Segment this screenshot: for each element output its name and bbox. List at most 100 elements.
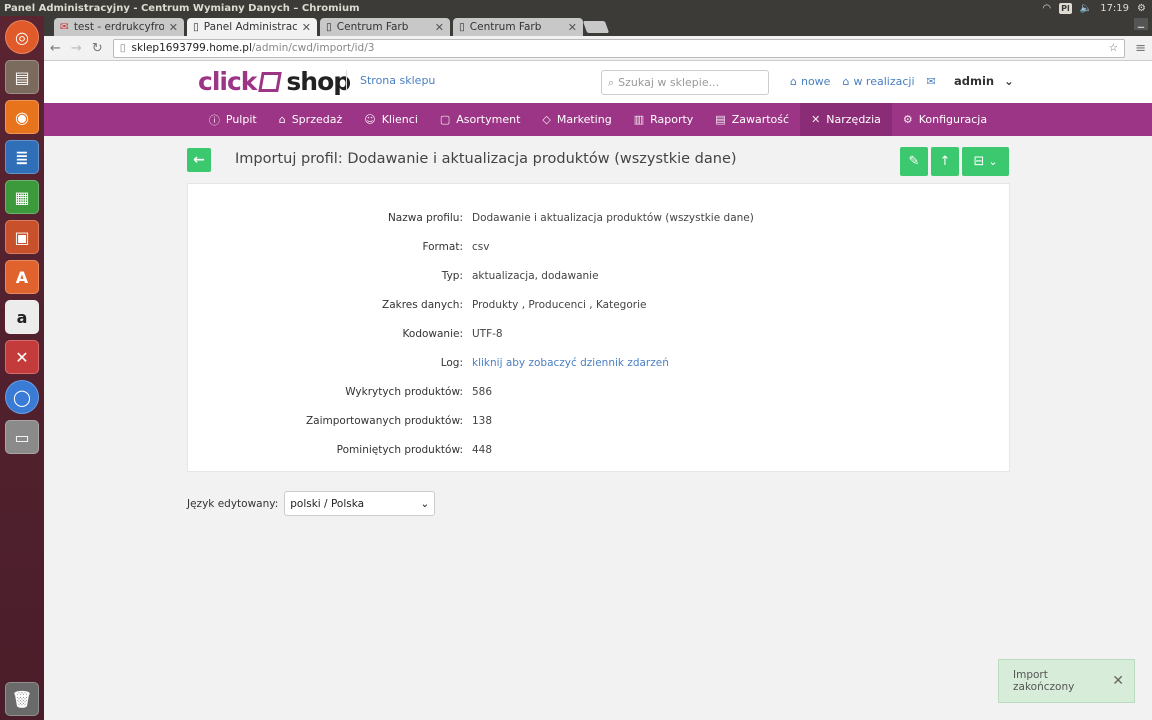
forward-arrow-icon[interactable]: → bbox=[71, 41, 82, 56]
chevron-down-icon: ⌄ bbox=[988, 155, 998, 168]
basket-progress-icon: ⌂ bbox=[842, 75, 850, 88]
drive-icon: ⊟ bbox=[973, 154, 985, 169]
order-links: ⌂ nowe ⌂ w realizacji ✉ bbox=[790, 75, 936, 88]
detail-row: Zakres danych: Produkty , Producenci , K… bbox=[382, 299, 647, 311]
system-settings-icon[interactable]: ✕ bbox=[5, 340, 39, 374]
browser-tab[interactable]: ✉ test - erdrukcyfrow ✕ bbox=[54, 18, 184, 36]
pencil-icon: ✎ bbox=[908, 154, 920, 169]
web-page: click shop Strona sklepu ⌕ Szukaj w skle… bbox=[44, 61, 1152, 720]
detail-row: Nazwa profilu: Dodawanie i aktualizacja … bbox=[387, 212, 754, 224]
nav-item-sprzedaz[interactable]: ⌂ Sprzedaż bbox=[268, 103, 354, 136]
detail-row: Kodowanie: UTF-8 bbox=[402, 328, 503, 340]
upload-button[interactable]: ↑ bbox=[931, 147, 959, 176]
close-icon[interactable]: ✕ bbox=[568, 21, 577, 34]
window-title: Panel Administracyjny - Centrum Wymiany … bbox=[4, 2, 360, 14]
clock[interactable]: 17:19 bbox=[1100, 3, 1129, 14]
page-info-icon[interactable]: ▯ bbox=[120, 42, 126, 54]
language-select[interactable]: polski / Polska ⌄ bbox=[284, 491, 436, 516]
back-button[interactable]: ← bbox=[187, 148, 211, 172]
user-menu[interactable]: admin ⌄ bbox=[954, 74, 1014, 88]
writer-icon[interactable]: ≣ bbox=[5, 140, 39, 174]
window-minimize-button[interactable]: ▁ bbox=[1134, 18, 1148, 30]
chromium-icon[interactable]: ◯ bbox=[5, 380, 39, 414]
new-orders-link[interactable]: ⌂ nowe bbox=[790, 75, 830, 88]
bookmark-star-icon[interactable]: ☆ bbox=[1109, 42, 1118, 54]
trash-icon[interactable]: 🗑 bbox=[5, 682, 39, 716]
os-top-panel: Panel Administracyjny - Centrum Wymiany … bbox=[0, 0, 1152, 16]
language-label: Język edytowany: bbox=[187, 497, 279, 510]
nav-item-raporty[interactable]: ▥ Raporty bbox=[623, 103, 705, 136]
detail-row: Wykrytych produktów: 586 bbox=[345, 386, 493, 398]
files-icon[interactable]: ▤ bbox=[5, 60, 39, 94]
tag-icon: ◇ bbox=[542, 113, 551, 126]
arrow-up-icon: ↑ bbox=[939, 154, 951, 169]
clickshop-logo[interactable]: click shop bbox=[198, 67, 351, 96]
search-input[interactable]: ⌕ Szukaj w sklepie... bbox=[601, 70, 769, 95]
nav-item-pulpit[interactable]: ⓘ Pulpit bbox=[198, 103, 268, 136]
in-progress-link[interactable]: ⌂ w realizacji bbox=[842, 75, 914, 88]
browser-tab[interactable]: ▯ Centrum Farb ✕ bbox=[453, 18, 583, 36]
dashboard-icon: ⓘ bbox=[208, 113, 220, 127]
gmail-icon: ✉ bbox=[60, 21, 69, 33]
nav-item-narzedzia[interactable]: ✕ Narzędzia bbox=[800, 103, 892, 136]
firefox-icon[interactable]: ◉ bbox=[5, 100, 39, 134]
impress-icon[interactable]: ▣ bbox=[5, 220, 39, 254]
ubuntu-logo-icon[interactable]: ◎ bbox=[5, 20, 39, 54]
keyboard-layout-indicator[interactable]: Pl bbox=[1059, 2, 1072, 14]
address-bar[interactable]: ▯ sklep1693799.home.pl/admin/cwd/import/… bbox=[112, 38, 1126, 58]
chevron-down-icon: ⌄ bbox=[1004, 74, 1014, 88]
detail-row: Format: csv bbox=[422, 241, 490, 253]
mail-icon[interactable]: ✉ bbox=[927, 75, 936, 88]
box-icon: ▢ bbox=[439, 113, 451, 126]
detail-row: Zaimportowanych produktów: 138 bbox=[305, 415, 493, 427]
page-icon: ▯ bbox=[459, 21, 465, 33]
site-header: click shop Strona sklepu ⌕ Szukaj w skle… bbox=[44, 61, 1152, 103]
store-link[interactable]: Strona sklepu bbox=[346, 70, 435, 91]
search-placeholder: Szukaj w sklepie... bbox=[618, 76, 720, 89]
volume-icon[interactable]: 🔈 bbox=[1080, 3, 1092, 14]
browser-chrome: ✉ test - erdrukcyfrow ✕ ▯ Panel Administ… bbox=[44, 16, 1152, 61]
basket-icon: ⌂ bbox=[278, 113, 286, 126]
close-icon[interactable]: ✕ bbox=[1112, 673, 1124, 689]
action-buttons: ✎ ↑ ⊟ ⌄ bbox=[900, 147, 1009, 176]
tab-strip: ✉ test - erdrukcyfrow ✕ ▯ Panel Administ… bbox=[44, 16, 1152, 36]
nav-item-zawartosc[interactable]: ▤ Zawartość bbox=[704, 103, 800, 136]
page-title: Importuj profil: Dodawanie i aktualizacj… bbox=[235, 151, 737, 167]
page-title-bar: ← Importuj profil: Dodawanie i aktualiza… bbox=[187, 147, 1009, 176]
wifi-icon[interactable]: ◠ bbox=[1042, 3, 1051, 14]
page-icon: ▯ bbox=[326, 21, 332, 33]
language-selector: Język edytowany: polski / Polska ⌄ bbox=[187, 491, 436, 516]
reload-icon[interactable]: ↻ bbox=[92, 41, 103, 56]
calc-icon[interactable]: ▦ bbox=[5, 180, 39, 214]
basket-icon: ⌂ bbox=[790, 75, 797, 88]
detail-row: Pominiętych produktów: 448 bbox=[336, 444, 493, 456]
close-icon[interactable]: ✕ bbox=[169, 21, 178, 34]
browser-tab[interactable]: ▯ Centrum Farb ✕ bbox=[320, 18, 450, 36]
main-nav: ⓘ Pulpit ⌂ Sprzedaż ☺ Klienci ▢ Asortyment ◇… bbox=[44, 103, 1152, 136]
settings-gear-icon[interactable]: ⚙ bbox=[1137, 3, 1146, 14]
menu-icon[interactable]: ≡ bbox=[1135, 41, 1146, 56]
nav-item-klienci[interactable]: ☺ Klienci bbox=[353, 103, 429, 136]
browser-tab-active[interactable]: ▯ Panel Administracy ✕ bbox=[187, 18, 317, 36]
toast-message: Import zakończony bbox=[1013, 669, 1075, 693]
nav-item-konfiguracja[interactable]: ⚙ Konfiguracja bbox=[892, 103, 998, 136]
amazon-icon[interactable]: a bbox=[5, 300, 39, 334]
back-arrow-icon[interactable]: ← bbox=[50, 41, 61, 56]
close-icon[interactable]: ✕ bbox=[435, 21, 444, 34]
import-details-card: Nazwa profilu: Dodawanie i aktualizacja … bbox=[187, 183, 1010, 472]
edit-button[interactable]: ✎ bbox=[900, 147, 928, 176]
chevron-down-icon: ⌄ bbox=[420, 497, 430, 510]
log-link[interactable]: kliknij aby zobaczyć dziennik zdarzeń bbox=[472, 357, 669, 369]
users-icon: ☺ bbox=[364, 113, 376, 126]
content-icon: ▤ bbox=[715, 113, 726, 126]
nav-item-marketing[interactable]: ◇ Marketing bbox=[531, 103, 622, 136]
detail-row: Log: kliknij aby zobaczyć dziennik zdarz… bbox=[440, 357, 669, 369]
nav-item-asortyment[interactable]: ▢ Asortyment bbox=[429, 103, 532, 136]
close-icon[interactable]: ✕ bbox=[302, 21, 311, 34]
import-dropdown-button[interactable]: ⊟ ⌄ bbox=[962, 147, 1009, 176]
new-tab-button[interactable] bbox=[582, 21, 610, 33]
launcher: ◎ ▤ ◉ ≣ ▦ ▣ A a ✕ ◯ ▭ 🗑 bbox=[0, 16, 44, 720]
drive-icon[interactable]: ▭ bbox=[5, 420, 39, 454]
software-center-icon[interactable]: A bbox=[5, 260, 39, 294]
arrow-left-icon: ← bbox=[193, 152, 205, 168]
